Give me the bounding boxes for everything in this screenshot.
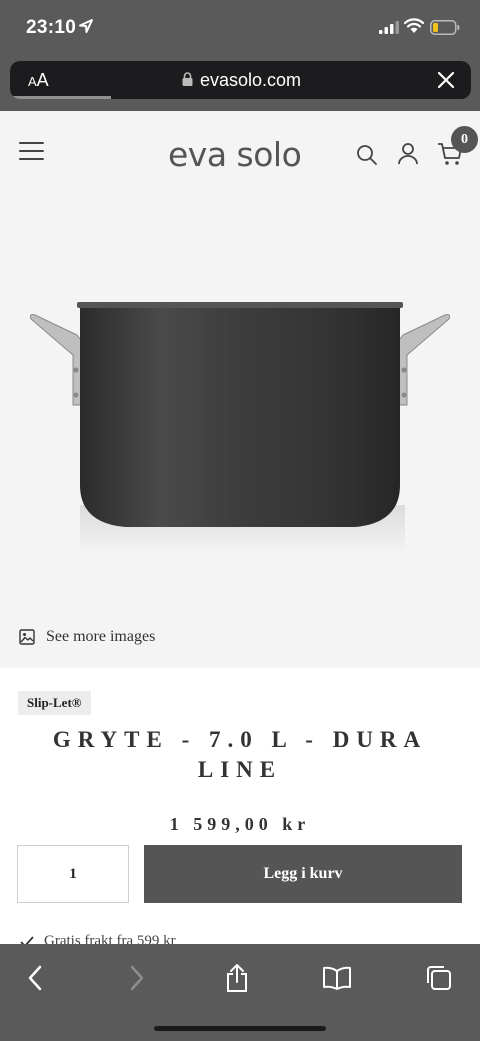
lock-icon (182, 72, 193, 86)
tabs-button[interactable] (424, 963, 454, 993)
share-icon (227, 964, 247, 992)
search-icon[interactable] (356, 144, 378, 166)
image-icon (19, 629, 35, 645)
location-arrow-icon (79, 19, 93, 33)
site-logo[interactable]: eva solo (168, 135, 302, 174)
url-text[interactable]: evasolo.com (200, 70, 301, 91)
bookmarks-button[interactable] (322, 963, 352, 993)
product-gallery[interactable]: See more images (0, 195, 480, 668)
close-icon[interactable] (436, 70, 456, 90)
back-button[interactable] (20, 963, 50, 993)
quantity-input[interactable]: 1 (17, 845, 129, 903)
account-icon[interactable] (397, 142, 419, 166)
battery-icon (430, 20, 460, 35)
share-button[interactable] (222, 963, 252, 993)
menu-icon[interactable] (19, 142, 44, 162)
signal-icon (379, 21, 399, 34)
cart-count-badge[interactable]: 0 (451, 126, 478, 153)
bookmarks-icon (323, 966, 351, 990)
see-more-images-label: See more images (46, 628, 156, 645)
browser-toolbar (0, 944, 480, 1041)
home-indicator (154, 1026, 326, 1031)
status-bar: 23:10 (0, 0, 480, 56)
tabs-icon (427, 966, 451, 990)
see-more-images-link[interactable]: See more images (19, 628, 155, 646)
forward-icon (130, 965, 144, 991)
product-price: 1 599,00 kr (169, 814, 311, 834)
product-title: GRYTE - 7.0 L - DURA LINE (52, 727, 428, 782)
address-bar[interactable]: AA evasolo.com (10, 61, 471, 99)
product-info: Slip-Let® GRYTE - 7.0 L - DURA LINE 1 59… (0, 668, 480, 949)
text-size-button[interactable]: AA (28, 70, 49, 91)
add-to-cart-button[interactable]: Legg i kurv (144, 845, 462, 903)
brand-tag[interactable]: Slip-Let® (18, 691, 91, 715)
product-image (30, 302, 450, 555)
wifi-icon (404, 18, 424, 33)
browser-top-chrome: 23:10 AA evasolo.com (0, 0, 480, 111)
forward-button[interactable] (122, 963, 152, 993)
back-icon (28, 965, 42, 991)
status-time: 23:10 (26, 17, 77, 38)
page-load-progress (10, 96, 111, 99)
site-header: eva solo 0 (0, 111, 480, 195)
